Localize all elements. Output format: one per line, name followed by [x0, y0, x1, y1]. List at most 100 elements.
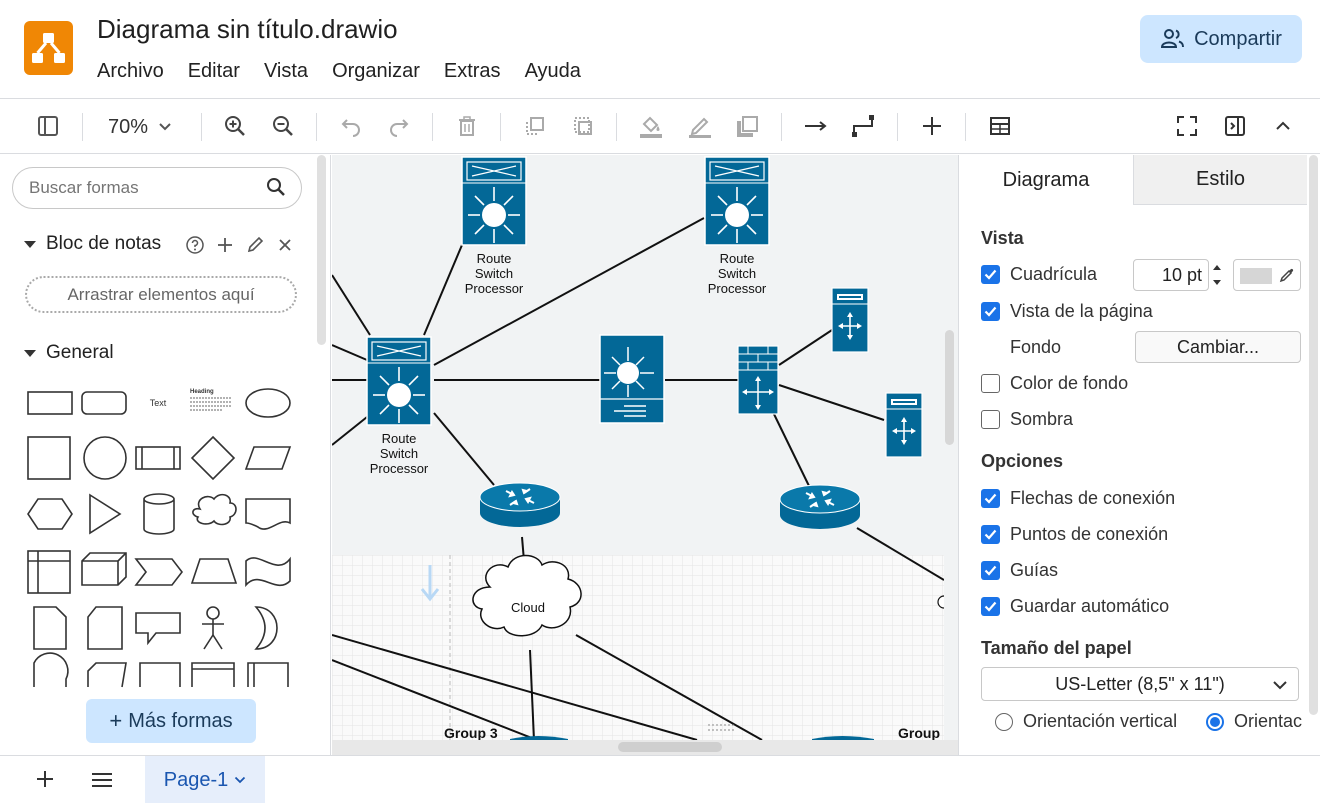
zoom-in-button[interactable]: [220, 111, 250, 141]
shape-internal-storage[interactable]: [27, 550, 71, 594]
firewall-device[interactable]: [737, 345, 779, 415]
shape-delay[interactable]: [33, 652, 69, 687]
shape-container[interactable]: [139, 662, 181, 687]
tab-estilo[interactable]: Estilo: [1133, 155, 1307, 205]
grid-option[interactable]: Cuadrícula: [981, 264, 1097, 285]
shape-document[interactable]: [245, 498, 291, 530]
route-switch-processor-top-left[interactable]: [461, 156, 527, 246]
pages-menu-button[interactable]: [91, 770, 113, 790]
connection-arrows-option[interactable]: Flechas de conexión: [981, 488, 1175, 509]
router-right[interactable]: [779, 484, 861, 530]
menu-editar[interactable]: Editar: [179, 58, 249, 85]
shape-frame[interactable]: [247, 662, 289, 687]
format-panel-button[interactable]: [1220, 111, 1250, 141]
toggle-sidebar-button[interactable]: [33, 111, 63, 141]
autosave-checkbox[interactable]: [981, 597, 1000, 616]
portrait-radio[interactable]: [995, 712, 1013, 731]
connection-points-checkbox[interactable]: [981, 525, 1000, 544]
grid-size-input[interactable]: [1133, 259, 1209, 291]
connection-points-option[interactable]: Puntos de conexión: [981, 524, 1168, 545]
router-left[interactable]: [479, 482, 561, 528]
server-upper[interactable]: [831, 287, 869, 353]
paper-size-select[interactable]: US-Letter (8,5" x 11"): [981, 667, 1299, 701]
shape-cube[interactable]: [81, 552, 127, 586]
redo-button[interactable]: [384, 111, 414, 141]
sidebar-scrollbar[interactable]: [317, 155, 326, 345]
to-front-button[interactable]: [520, 111, 550, 141]
insert-button[interactable]: [917, 111, 947, 141]
menu-vista[interactable]: Vista: [255, 58, 317, 85]
orientation-portrait-option[interactable]: Orientación vertical: [995, 711, 1177, 732]
shape-diamond[interactable]: [190, 435, 236, 481]
layer3-switch[interactable]: [599, 334, 665, 424]
shape-cylinder[interactable]: [143, 493, 175, 535]
page-view-checkbox[interactable]: [981, 302, 1000, 321]
edit-notes-button[interactable]: [240, 233, 270, 257]
autosave-option[interactable]: Guardar automático: [981, 596, 1169, 617]
shape-rectangle[interactable]: [27, 391, 73, 415]
shape-data-storage[interactable]: [87, 662, 127, 688]
undo-button[interactable]: [336, 111, 366, 141]
shape-hexagon[interactable]: [27, 498, 73, 530]
shape-callout[interactable]: [135, 612, 181, 646]
page-view-option[interactable]: Vista de la página: [981, 301, 1153, 322]
grid-size-stepper[interactable]: [1209, 259, 1225, 291]
add-page-button[interactable]: [34, 768, 56, 790]
shape-card[interactable]: [87, 606, 123, 650]
diagram-canvas[interactable]: Route Switch Processor Route Switch Proc…: [332, 155, 944, 740]
shape-note[interactable]: [33, 606, 67, 650]
menu-organizar[interactable]: Organizar: [323, 58, 429, 85]
shape-ellipse[interactable]: [245, 388, 291, 418]
guides-checkbox[interactable]: [981, 561, 1000, 580]
shape-triangle[interactable]: [89, 493, 122, 535]
search-icon[interactable]: [266, 177, 286, 197]
guides-option[interactable]: Guías: [981, 560, 1058, 581]
share-button[interactable]: Compartir: [1140, 15, 1302, 63]
shape-tape[interactable]: [245, 556, 291, 588]
canvas-horizontal-scrollbar[interactable]: [618, 742, 722, 752]
grid-color-picker[interactable]: [1233, 259, 1301, 291]
menu-ayuda[interactable]: Ayuda: [516, 58, 590, 85]
shape-cloud[interactable]: [192, 493, 237, 526]
connection-arrows-checkbox[interactable]: [981, 489, 1000, 508]
collapse-toolbar-button[interactable]: [1268, 111, 1298, 141]
shape-actor[interactable]: [202, 606, 224, 650]
orientation-landscape-option[interactable]: Orientac: [1206, 711, 1302, 732]
server-lower[interactable]: [885, 392, 923, 458]
close-notes-button[interactable]: [270, 233, 300, 257]
background-color-checkbox[interactable]: [981, 374, 1000, 393]
shape-or[interactable]: [254, 606, 278, 650]
format-panel-scrollbar[interactable]: [1309, 155, 1318, 715]
drawio-logo[interactable]: [24, 21, 73, 75]
canvas-vertical-scrollbar[interactable]: [945, 330, 954, 445]
fill-color-button[interactable]: [636, 111, 666, 141]
shadow-option[interactable]: Sombra: [981, 409, 1073, 430]
page-tab[interactable]: Page-1: [145, 756, 265, 803]
more-shapes-button[interactable]: + Más formas: [86, 699, 256, 743]
shape-textbox[interactable]: Heading: [190, 389, 232, 411]
shadow-button[interactable]: [733, 111, 763, 141]
connection-style-button[interactable]: [801, 111, 831, 141]
grid-checkbox[interactable]: [981, 265, 1000, 284]
fullscreen-button[interactable]: [1172, 111, 1202, 141]
general-section-header[interactable]: General: [24, 342, 114, 364]
notes-section-header[interactable]: Bloc de notas: [24, 233, 161, 255]
shadow-checkbox[interactable]: [981, 410, 1000, 429]
menu-archivo[interactable]: Archivo: [88, 58, 173, 85]
shape-swimlane[interactable]: [191, 662, 235, 687]
shape-circle[interactable]: [83, 436, 127, 480]
line-color-button[interactable]: [685, 111, 715, 141]
route-switch-processor-center[interactable]: [366, 336, 432, 426]
delete-button[interactable]: [452, 111, 482, 141]
help-button[interactable]: [180, 233, 210, 257]
document-title[interactable]: Diagrama sin título.drawio: [97, 14, 398, 45]
shape-square[interactable]: [27, 436, 71, 480]
menu-extras[interactable]: Extras: [435, 58, 510, 85]
to-back-button[interactable]: [568, 111, 598, 141]
tab-diagrama[interactable]: Diagrama: [959, 155, 1133, 205]
shape-step[interactable]: [134, 558, 184, 586]
change-background-button[interactable]: Cambiar...: [1135, 331, 1301, 363]
shape-rounded-rectangle[interactable]: [81, 391, 127, 415]
landscape-radio[interactable]: [1206, 712, 1224, 731]
shape-search-input[interactable]: [12, 167, 302, 209]
